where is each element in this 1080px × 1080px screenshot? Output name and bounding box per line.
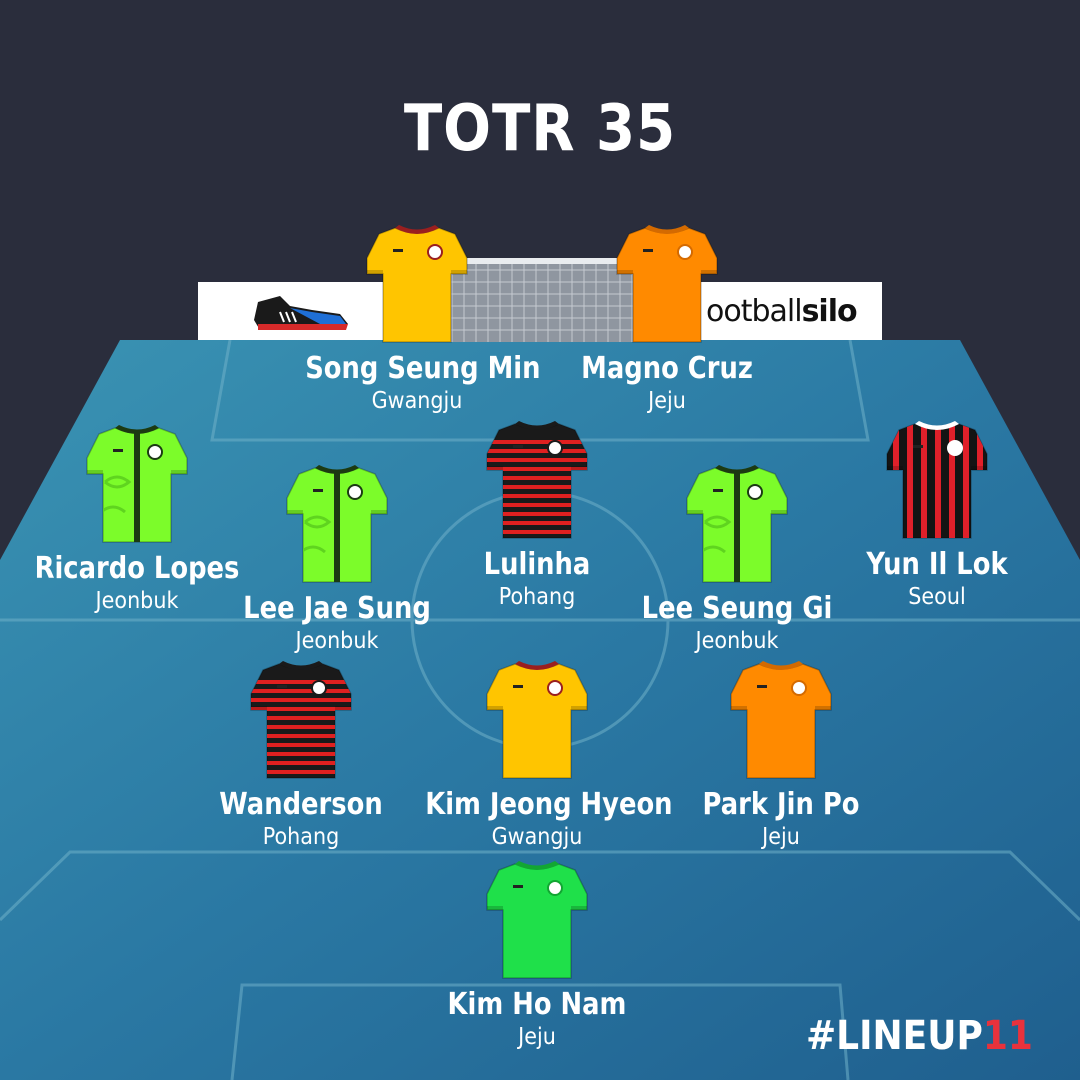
player-team: Jeju [518, 1024, 556, 1050]
player-name: Kim Ho Nam [447, 987, 627, 1022]
shirt-icon [287, 222, 547, 346]
player-team: Gwangju [491, 824, 583, 850]
player-name: Song Seung Min [305, 351, 541, 386]
player-card: Kim Jeong Hyeon Gwangju [407, 658, 673, 852]
shirt-icon [407, 858, 667, 982]
player-team: Jeonbuk [695, 628, 779, 654]
player-team: Gwangju [371, 388, 463, 414]
shirt-icon [407, 658, 667, 782]
page-title: TOTR 35 [403, 92, 677, 166]
player-name: Kim Jeong Hyeon [425, 787, 673, 822]
player-name: Yun Il Lok [866, 547, 1008, 582]
player-card: Kim Ho Nam Jeju [407, 858, 667, 1052]
player-card: Song Seung Min Gwangju [287, 222, 547, 416]
player-team: Seoul [908, 584, 966, 610]
shirt-icon [537, 222, 797, 346]
shirt-icon [171, 658, 431, 782]
player-team: Pohang [262, 824, 340, 850]
player-team: Jeju [648, 388, 686, 414]
player-card: Yun Il Lok Seoul [807, 418, 1067, 612]
player-name: Wanderson [219, 787, 383, 822]
player-card: Wanderson Pohang [171, 658, 431, 852]
shirt-icon [807, 418, 1067, 542]
shirt-icon [651, 658, 911, 782]
player-name: Magno Cruz [581, 351, 753, 386]
hashtag-logo: #LINEUP11 [806, 1013, 1033, 1059]
player-team: Jeju [762, 824, 800, 850]
player-card: Park Jin Po Jeju [651, 658, 911, 852]
player-card: Magno Cruz Jeju [537, 222, 797, 416]
player-team: Jeonbuk [295, 628, 379, 654]
player-name: Park Jin Po [702, 787, 860, 822]
